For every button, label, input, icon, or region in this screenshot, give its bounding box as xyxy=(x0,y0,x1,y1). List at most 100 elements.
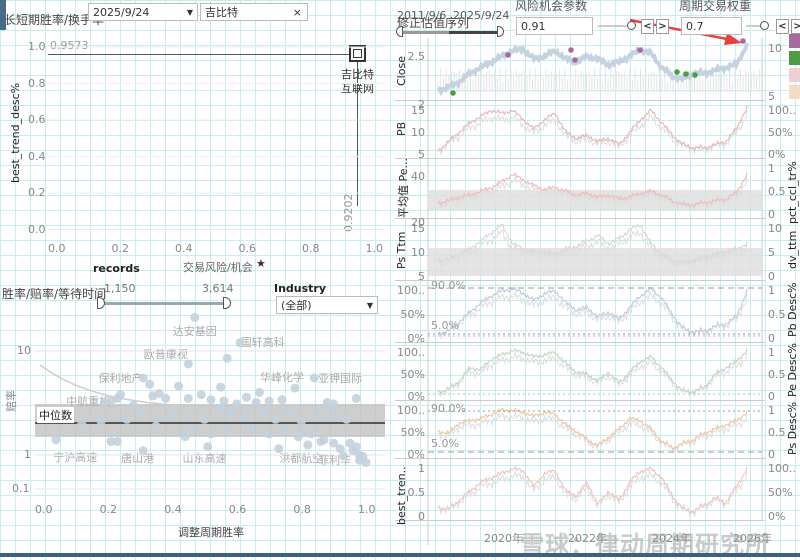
right-tick-label: 5 xyxy=(768,90,775,103)
scatter-point xyxy=(222,426,232,436)
legend-swatch xyxy=(789,85,800,99)
right-tick-label: 0.5 xyxy=(768,308,786,321)
signal-marker xyxy=(450,90,456,96)
signal-marker xyxy=(637,47,643,53)
cycle-slider-handle[interactable] xyxy=(760,21,769,30)
panel-left-label: Close xyxy=(395,55,408,86)
y-tick-label: 0 xyxy=(418,510,425,523)
panel-left-label: Ps Ttm xyxy=(395,231,408,269)
panel-divider xyxy=(395,100,765,101)
scatter-point xyxy=(161,393,171,403)
panel-divider xyxy=(395,458,765,459)
date-range-slider[interactable] xyxy=(399,31,499,34)
y-tick-label: 5 xyxy=(418,270,425,283)
scatter-point xyxy=(251,397,261,407)
y-tick-label: 50% xyxy=(400,426,425,439)
scatter-point xyxy=(316,436,326,446)
scatter-point xyxy=(216,382,226,392)
scatter-point xyxy=(329,399,339,409)
right-tick-label: 0.5 xyxy=(768,368,786,381)
legend-swatch xyxy=(789,34,800,48)
scatter-point xyxy=(206,429,216,439)
risk-param-input[interactable]: 0.91 xyxy=(516,17,593,35)
signal-marker xyxy=(568,47,574,53)
scatter-point xyxy=(183,359,193,369)
right-tick-label: 5 xyxy=(768,246,775,259)
right-tick-label: 0% xyxy=(768,510,786,523)
panel-left-label: best_tren.. xyxy=(395,466,408,526)
series-line xyxy=(437,465,748,515)
scatter-point xyxy=(216,403,226,413)
panel-divider xyxy=(395,400,765,401)
scatter-point xyxy=(361,458,371,468)
panel-right-label: Pe Desc% xyxy=(786,343,799,398)
scatter-point xyxy=(167,410,177,420)
y-tick-label: 10 xyxy=(411,246,425,259)
right-tick-label: 0 xyxy=(768,390,775,403)
secondary-series-line xyxy=(437,110,748,156)
signal-marker xyxy=(505,52,511,58)
scatter-point xyxy=(238,412,248,422)
right-tick-label: 1 xyxy=(768,346,775,359)
legend-swatch xyxy=(789,51,800,65)
scatter-point xyxy=(306,429,316,439)
scatter-point xyxy=(303,440,313,450)
y-tick-label: 40 xyxy=(411,170,425,183)
right-tick-label: 10 xyxy=(768,222,782,235)
y-tick-label: 100.. xyxy=(397,284,425,297)
risk-slider-handle[interactable] xyxy=(627,21,636,30)
panel-divider xyxy=(395,520,765,521)
panel-right-label: Pb Desc% xyxy=(786,282,799,338)
y-tick-label: 50% xyxy=(400,368,425,381)
scatter-point xyxy=(329,412,339,422)
risk-next-button[interactable]: > xyxy=(656,19,669,34)
risk-param-value: 0.91 xyxy=(521,20,546,33)
y-tick-label: 5 xyxy=(418,148,425,161)
scatter-point xyxy=(293,432,303,442)
x-tick-label: 2020年 xyxy=(484,532,523,545)
y-tick-label: 10 xyxy=(411,126,425,139)
series-line xyxy=(437,286,748,337)
y-tick-label: 2.5 xyxy=(407,50,426,63)
risk-param-label: 风险机会参数 xyxy=(515,0,588,13)
panel-left-label: 平均值 Pe... xyxy=(397,157,410,218)
y-tick-label: 100.. xyxy=(397,404,425,417)
date-slider-handle-min[interactable] xyxy=(396,26,403,37)
lower-reference-label: 5.0% xyxy=(431,319,459,332)
scatter-point xyxy=(135,407,145,417)
scatter-point xyxy=(264,429,274,439)
cycle-weight-value: 0.7 xyxy=(686,20,704,33)
cycle-next-button[interactable]: > xyxy=(791,19,800,34)
secondary-series-line xyxy=(437,351,748,398)
scatter-point xyxy=(203,442,213,452)
scatter-point xyxy=(313,410,323,420)
cycle-weight-input[interactable]: 0.7 xyxy=(681,17,742,35)
panel-divider xyxy=(395,218,765,219)
scatter-point xyxy=(145,379,155,389)
lower-reference-label: 5.0% xyxy=(431,437,459,450)
fit-curve xyxy=(39,364,281,410)
panel-right-label: dv_ttm xyxy=(786,230,799,269)
right-tick-label: 100.. xyxy=(768,462,796,475)
panel-right-label: Ps Desc% xyxy=(786,402,799,456)
scatter-point xyxy=(338,451,348,461)
scatter-point xyxy=(277,395,287,405)
scatter-point xyxy=(258,407,268,417)
scatter-point xyxy=(112,436,122,446)
panel-left-label: PB xyxy=(395,121,408,136)
scatter-point xyxy=(264,396,274,406)
panel-right-label: pct_ccl_tr% xyxy=(786,161,799,225)
scatter-point xyxy=(128,400,138,410)
scatter-point xyxy=(222,353,232,363)
panel-divider xyxy=(395,158,765,159)
right-tick-label: 0 xyxy=(768,448,775,461)
y-tick-label: 0.5 xyxy=(407,486,426,499)
bottom-status-bar xyxy=(0,553,800,557)
scatter-point xyxy=(225,409,235,419)
scatter-point xyxy=(51,435,61,445)
risk-prev-button[interactable]: < xyxy=(641,19,654,34)
secondary-series-line xyxy=(437,411,748,453)
right-tick-label: 0.5 xyxy=(768,426,786,439)
right-tick-label: 1 xyxy=(768,162,775,175)
cycle-prev-button[interactable]: < xyxy=(776,19,789,34)
